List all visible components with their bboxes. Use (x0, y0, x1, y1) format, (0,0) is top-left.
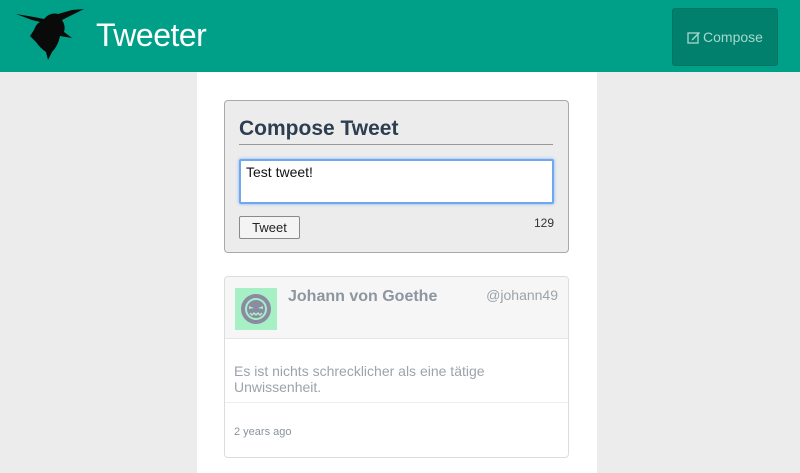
compose-title: Compose Tweet (239, 117, 553, 145)
tweet-text: Es ist nichts schrecklicher als eine tät… (234, 363, 485, 395)
hummingbird-logo-icon[interactable] (14, 8, 86, 60)
char-counter: 129 (533, 216, 554, 230)
compose-button-label: Compose (703, 29, 763, 45)
tweet-timestamp: 2 years ago (234, 426, 292, 438)
brand-title[interactable]: Tweeter (96, 17, 207, 54)
tweet-card: Johann von Goethe @johann49 Es ist nicht… (224, 276, 569, 458)
tweet-input[interactable] (239, 159, 554, 204)
edit-icon (687, 32, 701, 44)
tweet-handle: @johann49 (486, 287, 558, 303)
tweet-header: Johann von Goethe @johann49 (225, 277, 568, 339)
avatar[interactable] (235, 288, 277, 330)
navbar: Tweeter Compose (0, 0, 800, 72)
tweet-author: Johann von Goethe (288, 288, 438, 305)
tweet-body: Es ist nichts schrecklicher als eine tät… (225, 339, 568, 403)
tweet-button[interactable]: Tweet (239, 216, 300, 239)
compose-button[interactable]: Compose (672, 8, 778, 66)
main-column: Compose Tweet Tweet 129 Johann von Goeth… (197, 72, 597, 473)
compose-panel: Compose Tweet Tweet 129 (224, 100, 569, 253)
